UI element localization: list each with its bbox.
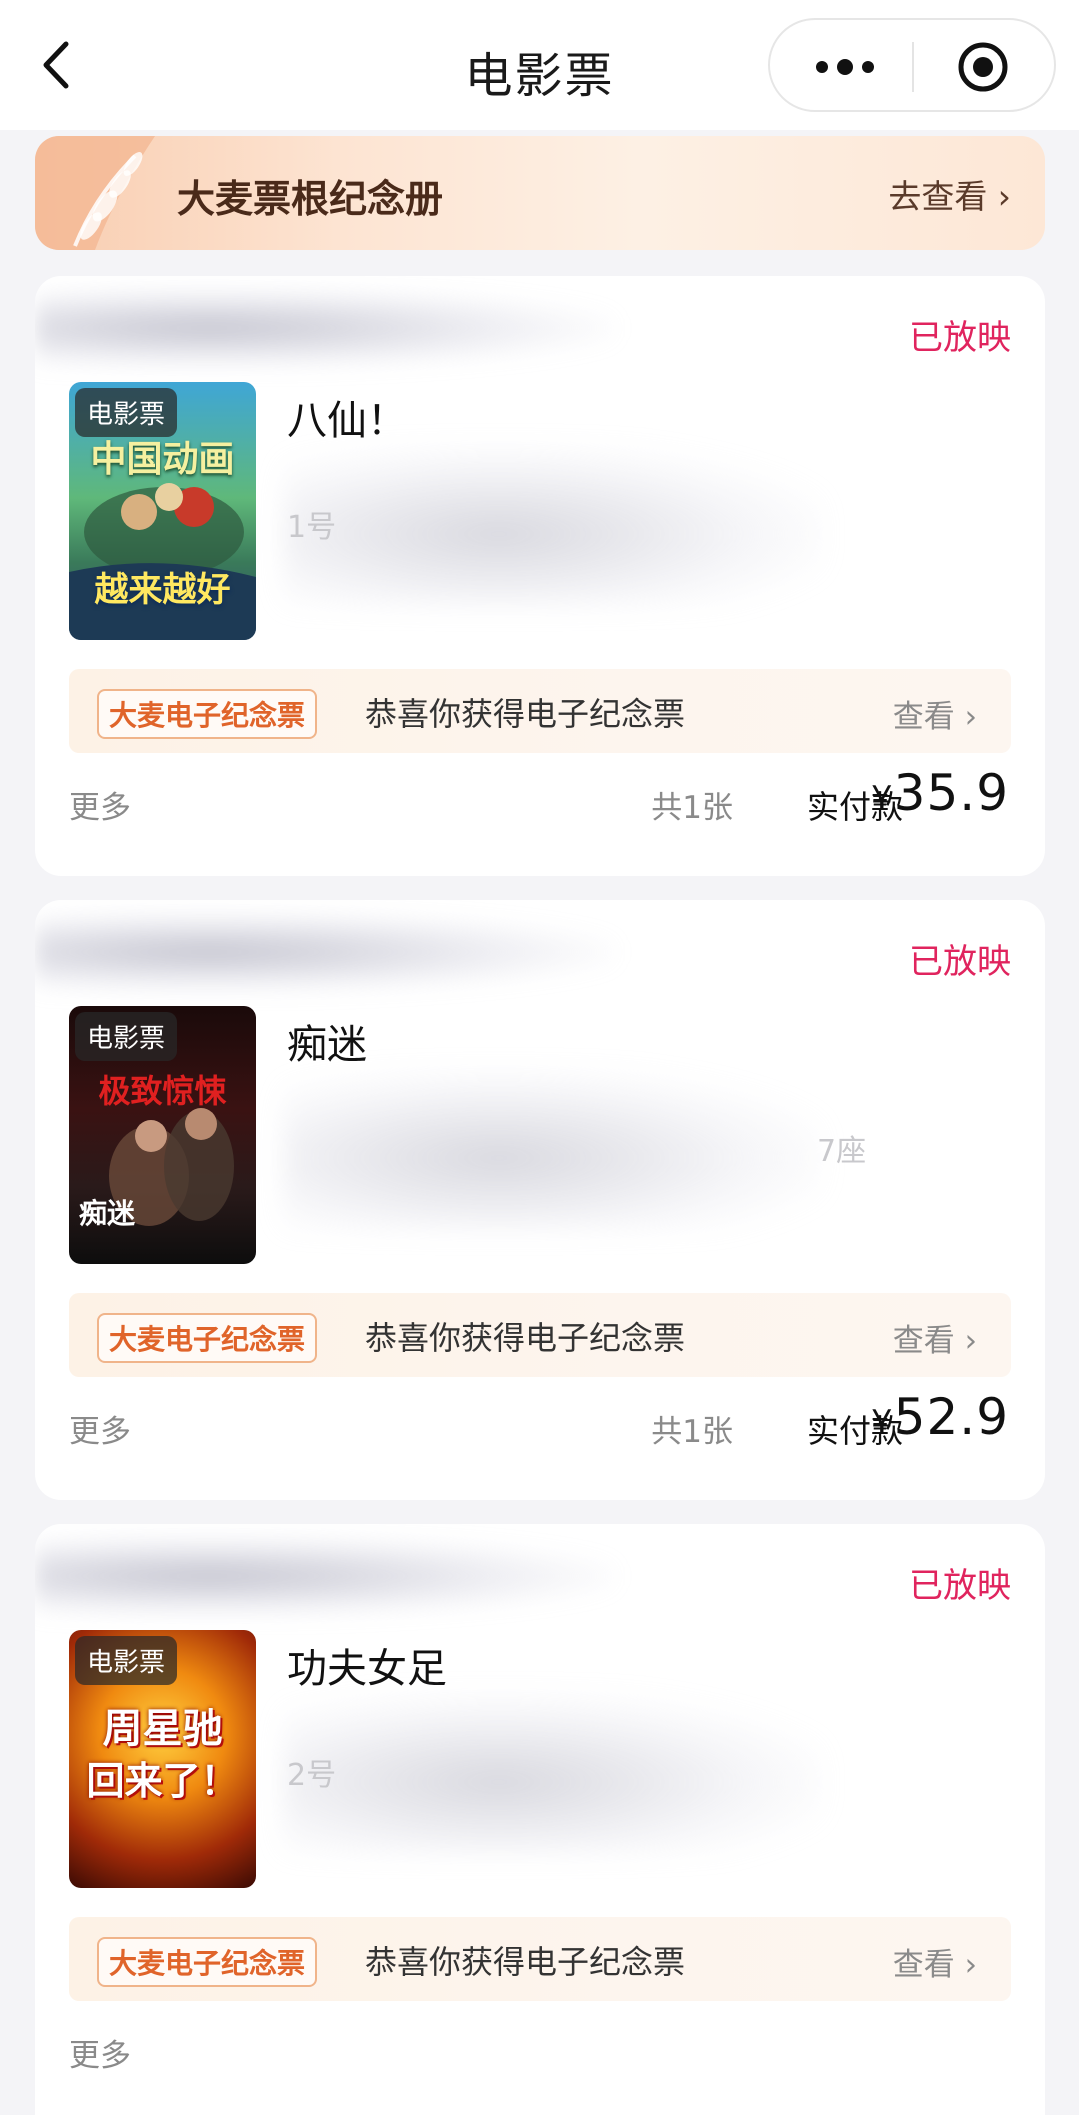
ticket-count: 共1张: [651, 790, 733, 826]
poster-type-tag: 电影票: [75, 1636, 178, 1685]
more-button[interactable]: 更多: [69, 1406, 131, 1451]
show-detail-fragment: 2号: [287, 1758, 337, 1793]
more-button[interactable]: 更多: [69, 2030, 131, 2075]
redacted-show-details: [283, 1070, 823, 1230]
poster-text-bottom: 越来越好: [94, 570, 231, 610]
status-badge: 已放映: [909, 1566, 1011, 1606]
price-value: 35.9: [893, 764, 1009, 822]
souvenir-message: 恭喜你获得电子纪念票: [365, 695, 686, 733]
show-detail-fragment: 7座: [817, 1134, 867, 1169]
price-value: 52.9: [893, 1388, 1009, 1446]
more-button[interactable]: 更多: [69, 782, 131, 827]
souvenir-tag: 大麦电子纪念票: [97, 1937, 318, 1987]
poster-text-bottom: 回来了！: [86, 1759, 239, 1803]
order-card[interactable]: 已放映 电影票 极致惊悚 痴迷 痴迷 7座 大麦电子纪念票 恭喜你获得电子纪念票…: [35, 900, 1045, 1500]
souvenir-ticket-row[interactable]: 大麦电子纪念票 恭喜你获得电子纪念票 查看 ›: [69, 1917, 1011, 2001]
banner-title: 大麦票根纪念册: [177, 177, 444, 221]
currency-symbol: ¥: [871, 779, 894, 819]
movie-poster[interactable]: 电影票 中国动画 越来越好: [69, 382, 256, 640]
movie-poster[interactable]: 电影票 周星驰 回来了！: [69, 1630, 256, 1888]
souvenir-tag: 大麦电子纪念票: [97, 689, 318, 739]
souvenir-tag: 大麦电子纪念票: [97, 1313, 318, 1363]
wheat-leaf-icon: [35, 136, 185, 250]
poster-text-top: 极致惊悚: [98, 1072, 227, 1110]
status-badge: 已放映: [909, 942, 1011, 982]
souvenir-message: 恭喜你获得电子纪念票: [365, 1943, 686, 1981]
order-card[interactable]: 已放映 电影票 中国动画 越来越好 八仙！ 1号 大麦电子纪念票 恭喜你获得电子…: [35, 276, 1045, 876]
poster-text-bottom: 痴迷: [79, 1197, 136, 1230]
souvenir-view-link[interactable]: 查看 ›: [893, 691, 977, 736]
movie-title: 痴迷: [287, 1022, 367, 1068]
capsule-divider: [912, 42, 914, 92]
more-dots-icon[interactable]: [810, 47, 880, 87]
redacted-show-details: [283, 446, 823, 606]
movie-title: 八仙！: [287, 398, 407, 444]
ticket-count: 共1张: [651, 1414, 733, 1450]
poster-text-top: 周星驰: [102, 1706, 223, 1752]
redacted-cinema-name: [35, 912, 615, 992]
souvenir-message: 恭喜你获得电子纪念票: [365, 1319, 686, 1357]
souvenir-view-link[interactable]: 查看 ›: [893, 1315, 977, 1360]
currency-symbol: ¥: [871, 1403, 894, 1443]
price: ¥52.9: [871, 1388, 1009, 1446]
souvenir-ticket-row[interactable]: 大麦电子纪念票 恭喜你获得电子纪念票 查看 ›: [69, 669, 1011, 753]
status-badge: 已放映: [909, 318, 1011, 358]
show-detail-fragment: 1号: [287, 510, 337, 545]
souvenir-ticket-row[interactable]: 大麦电子纪念票 恭喜你获得电子纪念票 查看 ›: [69, 1293, 1011, 1377]
poster-type-tag: 电影票: [75, 1012, 178, 1061]
nav-bar: 电影票: [0, 0, 1079, 130]
ticket-album-banner[interactable]: 大麦票根纪念册 去查看 ›: [35, 136, 1045, 250]
mini-program-capsule: [768, 18, 1056, 112]
banner-view-link[interactable]: 去查看 ›: [888, 170, 1011, 218]
poster-text-top: 中国动画: [90, 439, 235, 480]
redacted-cinema-name: [35, 1536, 615, 1616]
movie-poster[interactable]: 电影票 极致惊悚 痴迷: [69, 1006, 256, 1264]
movie-title: 功夫女足: [287, 1646, 447, 1692]
order-card[interactable]: 已放映 电影票 周星驰 回来了！ 功夫女足 2号 大麦电子纪念票 恭喜你获得电子…: [35, 1524, 1045, 2115]
redacted-cinema-name: [35, 288, 615, 368]
price: ¥35.9: [871, 764, 1009, 822]
target-icon[interactable]: [956, 40, 1010, 94]
souvenir-view-link[interactable]: 查看 ›: [893, 1939, 977, 1984]
redacted-show-details: [283, 1694, 823, 1854]
